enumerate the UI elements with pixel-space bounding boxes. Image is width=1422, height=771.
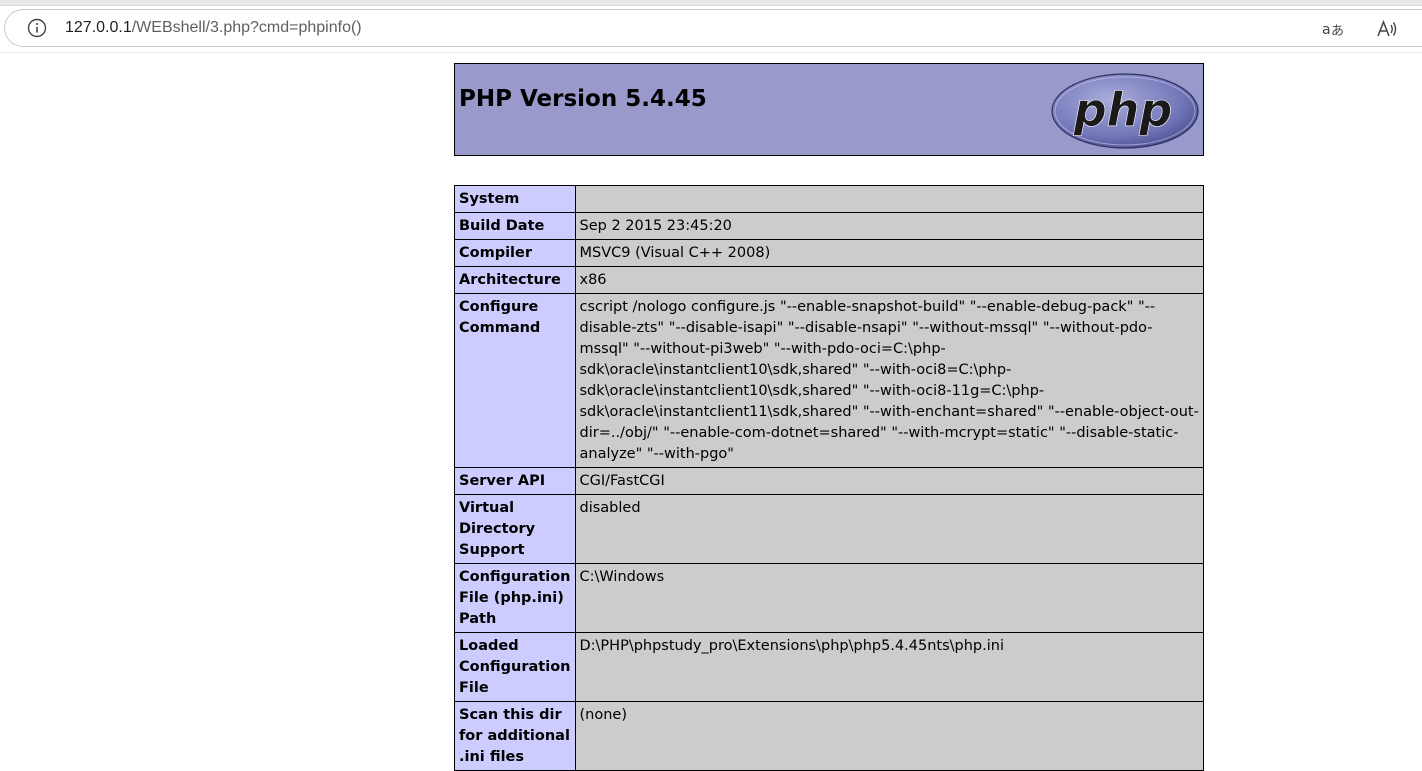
row-key: System (454, 185, 576, 213)
url-host: 127.0.0.1 (65, 19, 132, 36)
phpinfo-table: System Build Date Sep 2 2015 23:45:20 Compi… (454, 185, 1204, 771)
table-row: Scan this dir for additional .ini files(… (454, 701, 1204, 771)
row-key: Loaded Configuration File (454, 632, 576, 702)
browser-top-strip (0, 0, 1422, 6)
table-row: Virtual Directory Support disabled (454, 494, 1204, 564)
info-icon[interactable] (27, 18, 47, 38)
table-row: Compiler MSVC9 (Visual C++ 2008) (454, 239, 1204, 267)
row-key: Build Date (454, 212, 576, 240)
row-value: (none) (574, 701, 1204, 771)
translate-icon[interactable]: a あ (1321, 18, 1345, 40)
row-key: Configuration File (php.ini) Path (454, 563, 576, 633)
row-value: cscript /nologo configure.js "--enable-s… (574, 293, 1204, 468)
row-value: x86 (574, 266, 1204, 294)
table-row: Server API CGI/FastCGI (454, 467, 1204, 495)
address-bar[interactable]: 127.0.0.1/WEBshell/3.php?cmd=phpinfo() a… (4, 9, 1422, 47)
row-key: Architecture (454, 266, 576, 294)
php-logo-text: php (1073, 83, 1173, 137)
table-row: Loaded Configuration File D:\PHP\phpstudy… (454, 632, 1204, 702)
url-path: /WEBshell/3.php?cmd=phpinfo() (131, 19, 362, 36)
row-value: MSVC9 (Visual C++ 2008) (574, 239, 1204, 267)
table-row: Architecture x86 (454, 266, 1204, 294)
read-aloud-icon[interactable] (1375, 17, 1399, 41)
row-value: D:\PHP\phpstudy_pro\Extensions\php\php5.… (574, 632, 1204, 702)
page-title: PHP Version 5.4.45 (459, 86, 707, 112)
row-value (574, 185, 1204, 213)
table-row: Configure Command cscript /nologo configu… (454, 293, 1204, 468)
table-row: Build Date Sep 2 2015 23:45:20 (454, 212, 1204, 240)
table-row: Configuration File (php.ini) Path C:\Wind… (454, 563, 1204, 633)
table-row: System (454, 185, 1204, 213)
row-value: Sep 2 2015 23:45:20 (574, 212, 1204, 240)
svg-text:あ: あ (1331, 24, 1344, 39)
row-value: C:\Windows (574, 563, 1204, 633)
phpinfo-content: PHP Version 5.4.45 php System Build Date S… (454, 63, 1204, 771)
row-key: Virtual Directory Support (454, 494, 576, 564)
url-text[interactable]: 127.0.0.1/WEBshell/3.php?cmd=phpinfo() (65, 18, 362, 38)
svg-text:a: a (1322, 22, 1331, 38)
chrome-separator (0, 52, 1422, 53)
row-key: Server API (454, 467, 576, 495)
phpinfo-header: PHP Version 5.4.45 php (454, 63, 1204, 156)
row-value: CGI/FastCGI (574, 467, 1204, 495)
row-key: Compiler (454, 239, 576, 267)
row-key: Configure Command (454, 293, 576, 468)
row-value: disabled (574, 494, 1204, 564)
row-key: Scan this dir for additional .ini files (454, 701, 576, 771)
php-logo[interactable]: php (1050, 72, 1200, 150)
